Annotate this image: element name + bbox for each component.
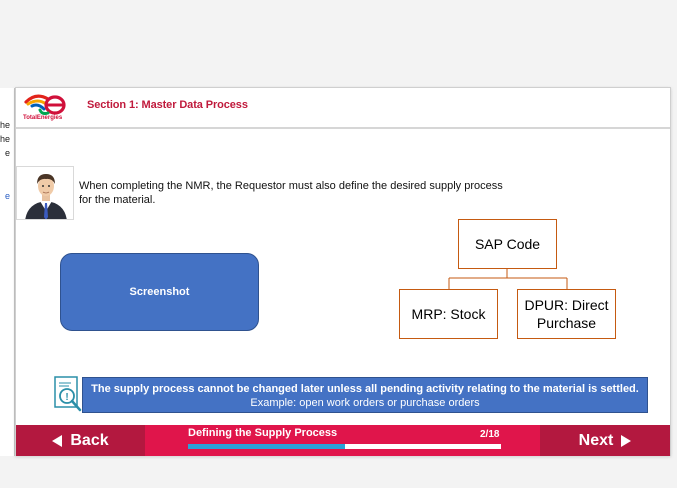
back-arrow-icon	[52, 434, 63, 447]
diagram-node-sap-code: SAP Code	[458, 219, 557, 269]
side-menu-panel[interactable]: he he e e	[0, 88, 15, 456]
side-menu-fragment: he	[0, 134, 10, 144]
diagram-node-label: MRP: Stock	[411, 306, 486, 322]
next-arrow-icon	[621, 434, 632, 447]
note-bar: The supply process cannot be changed lat…	[82, 377, 648, 413]
footer-nav-bar: Back Defining the Supply Process 2/18 Ne…	[16, 425, 670, 456]
side-menu-fragment: e	[4, 148, 10, 158]
side-menu-fragment: he	[0, 120, 10, 130]
slide: TotalEnergies Section 1: Master Data Pro…	[15, 87, 671, 456]
diagram-node-mrp-stock: MRP: Stock	[399, 289, 498, 339]
progress-bar	[188, 444, 501, 449]
diagram-node-label: DPUR: Direct Purchase	[524, 297, 609, 331]
diagram-node-label: SAP Code	[474, 236, 541, 252]
back-button-label: Back	[70, 431, 109, 449]
diagram-node-dpur-direct-purchase: DPUR: Direct Purchase	[517, 289, 616, 339]
note-line-2: Example: open work orders or purchase or…	[250, 397, 480, 409]
next-button[interactable]: Next	[540, 425, 670, 456]
next-button-label: Next	[578, 431, 614, 449]
side-menu-link-fragment[interactable]: e	[5, 191, 10, 202]
svg-text:!: !	[65, 392, 68, 403]
page-counter: 2/18	[480, 429, 500, 440]
footer-lesson-title: Defining the Supply Process	[188, 427, 338, 439]
progress-bar-fill	[188, 444, 345, 449]
back-button[interactable]: Back	[16, 425, 145, 456]
note-magnifier-icon: !	[54, 376, 82, 412]
note-line-1: The supply process cannot be changed lat…	[91, 383, 639, 395]
